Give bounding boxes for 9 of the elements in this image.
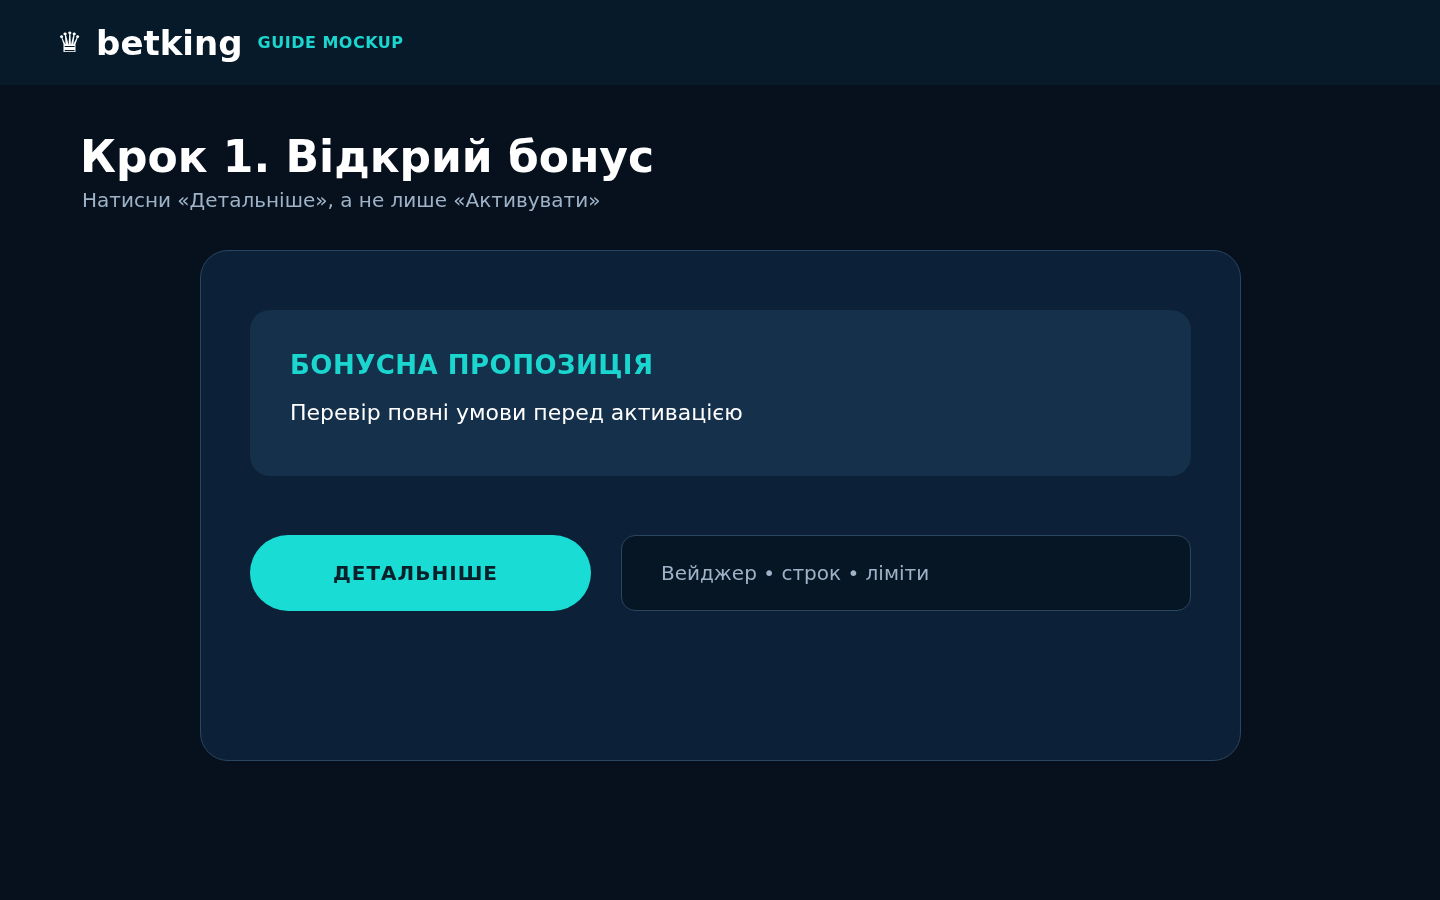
details-button[interactable]: ДЕТАЛЬНІШЕ [250, 535, 591, 611]
crown-icon: ♛ [57, 28, 83, 57]
offer-heading: БОНУСНА ПРОПОЗИЦІЯ [290, 349, 654, 382]
terms-summary: Вейджер • строк • ліміти [621, 535, 1191, 611]
offer-text: Перевір повні умови перед активацією [290, 399, 743, 427]
step-subtitle: Натисни «Детальніше», а не лише «Активувати» [82, 187, 601, 213]
guide-label: GUIDE MOCKUP [257, 34, 404, 51]
step-title: Крок 1. Відкрий бонус [80, 131, 655, 183]
brand-name: betking [96, 25, 243, 60]
